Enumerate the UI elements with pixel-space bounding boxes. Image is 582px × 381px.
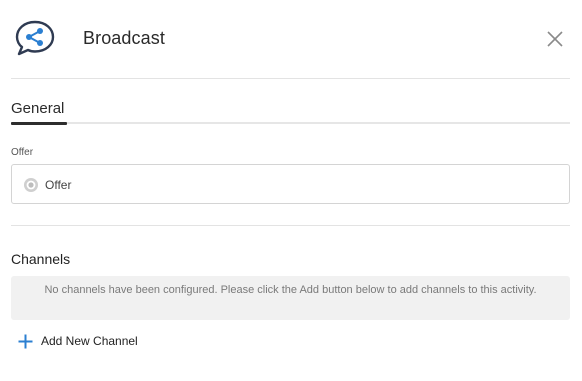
header-divider — [11, 78, 570, 79]
panel-header: Broadcast — [0, 0, 582, 78]
channels-empty-message: No channels have been configured. Please… — [11, 276, 570, 320]
close-icon[interactable] — [544, 28, 566, 50]
section-divider — [11, 225, 570, 226]
panel-title: Broadcast — [83, 28, 165, 48]
channels-heading: Channels — [11, 251, 71, 267]
tab-general[interactable]: General — [11, 100, 64, 117]
add-new-channel-button[interactable]: Add New Channel — [17, 331, 138, 351]
offer-label: Offer — [11, 147, 34, 158]
offer-field[interactable]: Offer — [11, 164, 570, 204]
plus-icon — [18, 334, 33, 348]
tab-active-indicator — [11, 122, 67, 125]
tab-track — [11, 122, 570, 124]
broadcast-share-chat-icon — [15, 20, 55, 56]
offer-value: Offer — [45, 178, 72, 192]
target-circle-icon — [24, 178, 38, 192]
add-new-channel-label: Add New Channel — [41, 334, 138, 348]
broadcast-panel: Broadcast General Offer Offer Channels N… — [0, 0, 582, 381]
